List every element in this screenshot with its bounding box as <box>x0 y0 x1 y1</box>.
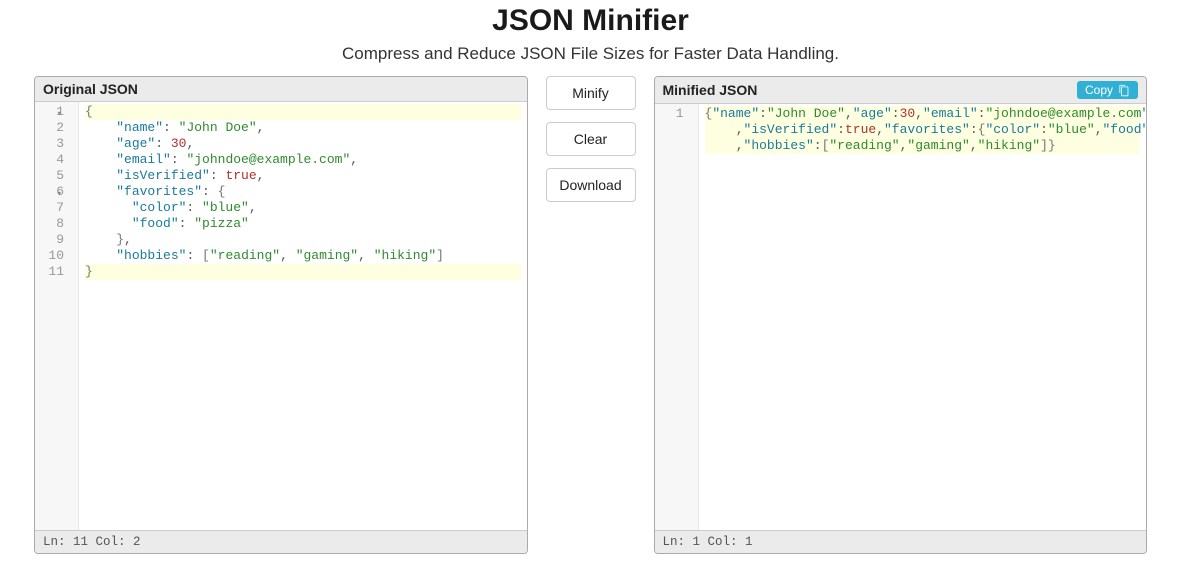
original-json-header: Original JSON <box>35 77 527 102</box>
minified-json-panel: Minified JSON Copy 1 {"name":"John Doe",… <box>654 76 1148 554</box>
original-json-panel: Original JSON 1▾23456▾7891011 { "name": … <box>34 76 528 554</box>
original-json-editor[interactable]: 1▾23456▾7891011 { "name": "John Doe", "a… <box>35 102 527 530</box>
original-json-status: Ln: 11 Col: 2 <box>35 530 527 553</box>
original-json-title: Original JSON <box>43 81 138 97</box>
copy-button[interactable]: Copy <box>1077 81 1138 99</box>
page-title: JSON Minifier <box>0 4 1181 38</box>
action-buttons: Minify Clear Download <box>546 76 636 202</box>
page-subtitle: Compress and Reduce JSON File Sizes for … <box>0 44 1181 64</box>
original-json-gutter: 1▾23456▾7891011 <box>35 102 79 530</box>
minified-json-title: Minified JSON <box>663 82 758 98</box>
download-button[interactable]: Download <box>546 168 636 202</box>
minify-button[interactable]: Minify <box>546 76 636 110</box>
minified-json-editor[interactable]: 1 {"name":"John Doe","age":30,"email":"j… <box>655 104 1147 530</box>
page-header: JSON Minifier Compress and Reduce JSON F… <box>0 0 1181 76</box>
original-json-code[interactable]: { "name": "John Doe", "age": 30, "email"… <box>79 102 527 530</box>
copy-button-label: Copy <box>1085 83 1113 97</box>
clear-button[interactable]: Clear <box>546 122 636 156</box>
minified-json-header: Minified JSON Copy <box>655 77 1147 104</box>
minified-json-code[interactable]: {"name":"John Doe","age":30,"email":"joh… <box>699 104 1147 530</box>
main-layout: Original JSON 1▾23456▾7891011 { "name": … <box>0 76 1181 554</box>
minified-json-status: Ln: 1 Col: 1 <box>655 530 1147 553</box>
minified-json-gutter: 1 <box>655 104 699 530</box>
copy-icon <box>1117 84 1130 97</box>
